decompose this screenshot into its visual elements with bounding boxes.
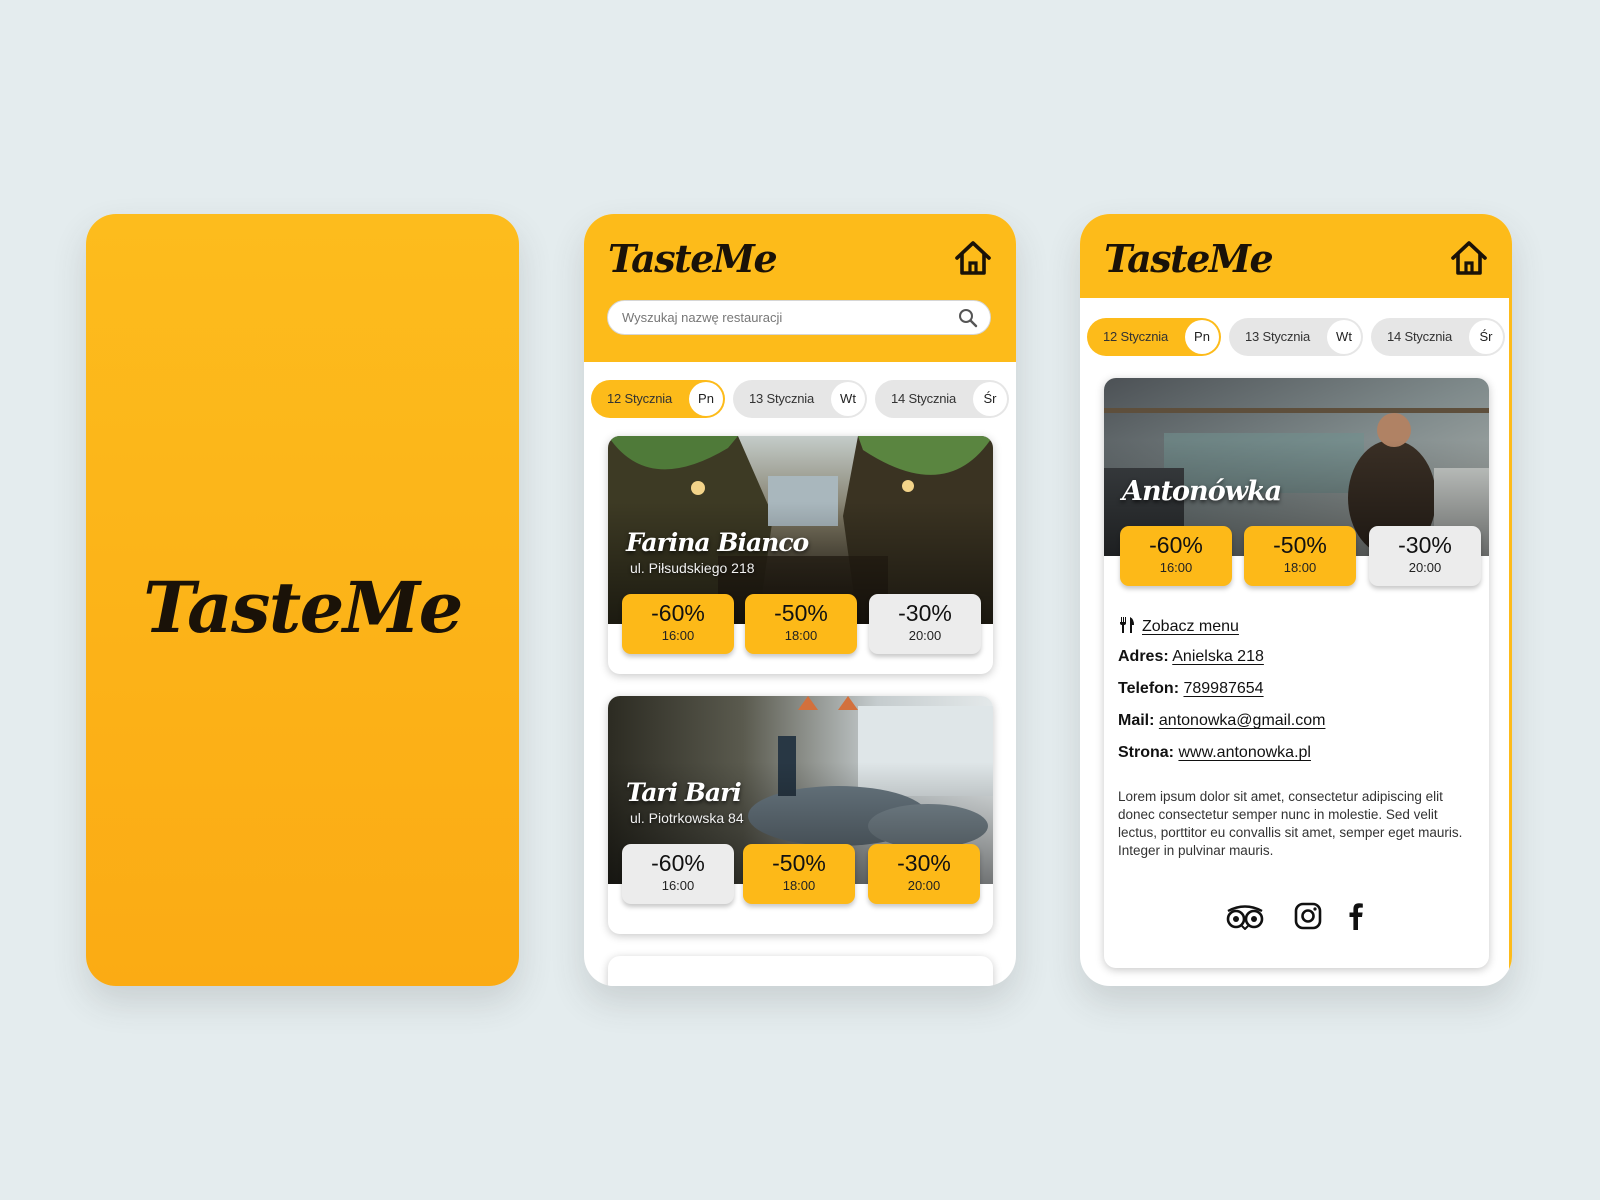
restaurant-detail-screen: TasteMe 12 Stycznia Pn 13 Stycznia Wt 14… [1080, 214, 1512, 986]
restaurant-card-partial[interactable] [608, 956, 993, 986]
tab-13-stycznia[interactable]: 13 Stycznia Wt [733, 380, 867, 418]
deal-percent: -50% [774, 600, 828, 626]
splash-screen: TasteMe [86, 214, 519, 986]
website-link[interactable]: www.antonowka.pl [1178, 744, 1311, 761]
search-input[interactable]: Wyszukaj nazwę restauracji [607, 300, 991, 335]
app-header: TasteMe Wyszukaj nazwę restauracji [584, 214, 1016, 362]
search-placeholder: Wyszukaj nazwę restauracji [622, 310, 783, 325]
deal-percent: -60% [1149, 532, 1203, 558]
menu-link-row[interactable]: Zobacz menu [1118, 616, 1239, 636]
deal-time: 18:00 [784, 628, 818, 643]
restaurant-detail-card: Antonówka -60% 16:00 -50% 18:00 -30% 20:… [1104, 378, 1489, 968]
deal-percent: -60% [651, 850, 705, 876]
header-logo: TasteMe [1104, 236, 1274, 281]
tripadvisor-icon[interactable] [1224, 904, 1266, 930]
deal-button-2000[interactable]: -30% 20:00 [868, 844, 980, 904]
deal-button-1800[interactable]: -50% 18:00 [1244, 526, 1356, 586]
address-link[interactable]: Anielska 218 [1172, 648, 1264, 665]
deal-percent: -30% [1398, 532, 1452, 558]
tab-14-stycznia[interactable]: 14 Stycznia Śr [875, 380, 1009, 418]
app-header: TasteMe [1080, 214, 1512, 298]
deal-button-1800[interactable]: -50% 18:00 [745, 594, 857, 654]
tab-13-stycznia[interactable]: 13 Stycznia Wt [1229, 318, 1363, 356]
deal-percent: -50% [772, 850, 826, 876]
deal-button-2000[interactable]: -30% 20:00 [869, 594, 981, 654]
tab-day: Śr [1469, 320, 1503, 354]
tab-date: 14 Stycznia [1387, 329, 1453, 344]
deal-percent: -30% [897, 850, 951, 876]
home-icon[interactable] [1450, 240, 1488, 276]
deal-time: 16:00 [661, 628, 695, 643]
fork-knife-icon [1120, 617, 1134, 633]
deal-time: 20:00 [907, 878, 941, 893]
deal-time: 20:00 [1408, 560, 1442, 575]
tab-date: 13 Stycznia [1245, 329, 1311, 344]
restaurant-card-tari-bari[interactable]: Tari Bari ul. Piotrkowska 84 -60% 16:00 … [608, 696, 993, 934]
deal-time: 16:00 [661, 878, 695, 893]
tab-day: Wt [1327, 320, 1361, 354]
restaurant-description: Lorem ipsum dolor sit amet, consectetur … [1118, 789, 1463, 858]
restaurant-address: ul. Piłsudskiego 218 [630, 560, 755, 576]
tab-day: Śr [973, 382, 1007, 416]
search-icon[interactable] [958, 308, 978, 328]
tab-date: 14 Stycznia [891, 391, 957, 406]
deal-button-1600[interactable]: -60% 16:00 [1120, 526, 1232, 586]
accent-edge [1509, 298, 1512, 986]
tab-day: Pn [1185, 320, 1219, 354]
restaurant-card-farina-bianco[interactable]: Farina Bianco ul. Piłsudskiego 218 -60% … [608, 436, 993, 674]
mail-row: Mail: antonowka@gmail.com [1118, 712, 1325, 730]
tab-12-stycznia[interactable]: 12 Stycznia Pn [591, 380, 725, 418]
date-tabs: 12 Stycznia Pn 13 Stycznia Wt 14 Styczni… [1087, 318, 1512, 356]
deal-percent: -60% [651, 600, 705, 626]
tab-day: Wt [831, 382, 865, 416]
deal-percent: -30% [898, 600, 952, 626]
deal-percent: -50% [1273, 532, 1327, 558]
deal-button-1600[interactable]: -60% 16:00 [622, 844, 734, 904]
instagram-icon[interactable] [1294, 902, 1322, 930]
restaurant-address: ul. Piotrkowska 84 [630, 810, 744, 826]
tab-date: 12 Stycznia [607, 391, 673, 406]
tab-14-stycznia[interactable]: 14 Stycznia Śr [1371, 318, 1505, 356]
tab-date: 13 Stycznia [749, 391, 815, 406]
home-icon[interactable] [954, 240, 992, 276]
phone-label: Telefon: [1118, 680, 1180, 697]
deal-button-1800[interactable]: -50% 18:00 [743, 844, 855, 904]
mail-link[interactable]: antonowka@gmail.com [1159, 712, 1326, 729]
deal-time: 16:00 [1159, 560, 1193, 575]
facebook-icon[interactable] [1348, 902, 1364, 930]
deal-time: 18:00 [1283, 560, 1317, 575]
mail-label: Mail: [1118, 712, 1155, 729]
address-label: Adres: [1118, 648, 1169, 665]
restaurant-name: Tari Bari [626, 778, 742, 807]
deal-time: 18:00 [782, 878, 816, 893]
deal-button-2000[interactable]: -30% 20:00 [1369, 526, 1481, 586]
tab-date: 12 Stycznia [1103, 329, 1169, 344]
phone-link[interactable]: 789987654 [1183, 680, 1263, 697]
date-tabs: 12 Stycznia Pn 13 Stycznia Wt 14 Styczni… [591, 380, 1016, 418]
splash-logo: TasteMe [143, 565, 463, 649]
menu-link[interactable]: Zobacz menu [1142, 618, 1239, 635]
restaurant-name: Antonówka [1122, 476, 1282, 507]
restaurant-name: Farina Bianco [626, 528, 809, 557]
header-logo: TasteMe [608, 236, 778, 281]
phone-row: Telefon: 789987654 [1118, 680, 1264, 698]
deal-button-1600[interactable]: -60% 16:00 [622, 594, 734, 654]
website-row: Strona: www.antonowka.pl [1118, 744, 1311, 762]
tab-12-stycznia[interactable]: 12 Stycznia Pn [1087, 318, 1221, 356]
tab-day: Pn [689, 382, 723, 416]
restaurant-list-screen: TasteMe Wyszukaj nazwę restauracji 12 St… [584, 214, 1016, 986]
address-row: Adres: Anielska 218 [1118, 648, 1264, 666]
website-label: Strona: [1118, 744, 1174, 761]
deal-time: 20:00 [908, 628, 942, 643]
